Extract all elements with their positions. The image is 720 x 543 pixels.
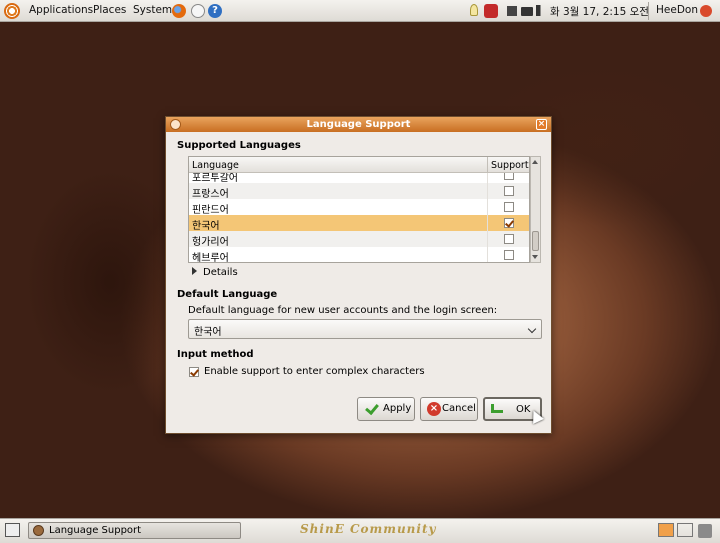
support-checkbox[interactable] bbox=[504, 202, 514, 212]
table-scrollbar[interactable] bbox=[530, 156, 541, 263]
complex-characters-label: Enable support to enter complex characte… bbox=[204, 366, 425, 377]
support-checkbox-checked[interactable] bbox=[504, 218, 514, 228]
taskbar-window-button[interactable]: Language Support bbox=[28, 522, 241, 539]
show-desktop-icon[interactable] bbox=[5, 523, 20, 537]
bottom-panel: Language Support ShinE Community bbox=[0, 518, 720, 543]
power-icon[interactable] bbox=[700, 5, 712, 17]
column-separator bbox=[487, 157, 488, 173]
taskbar-window-label: Language Support bbox=[49, 525, 142, 536]
window-menu-icon[interactable] bbox=[170, 119, 181, 130]
top-panel: Applications Places System ? 화 3월 17, 2:… bbox=[0, 0, 720, 22]
window-icon bbox=[33, 525, 44, 536]
apply-label: Apply bbox=[383, 403, 412, 414]
scroll-thumb[interactable] bbox=[532, 231, 539, 251]
checkmark-icon bbox=[364, 402, 378, 416]
network-icon[interactable] bbox=[507, 6, 517, 16]
language-name: 헝가리어 bbox=[192, 237, 229, 248]
menu-applications[interactable]: Applications bbox=[29, 4, 93, 16]
table-row[interactable]: 헤브루어 bbox=[189, 247, 529, 263]
menu-system[interactable]: System bbox=[133, 4, 172, 16]
combo-value: 한국어 bbox=[194, 327, 222, 338]
expander-arrow-icon bbox=[192, 267, 197, 275]
cancel-button[interactable]: × Cancel bbox=[420, 397, 478, 421]
language-support-dialog: Language Support × Supported Languages L… bbox=[165, 116, 552, 434]
panel-separator bbox=[648, 2, 649, 20]
update-notifier-icon[interactable] bbox=[484, 4, 498, 18]
enter-arrow-icon bbox=[491, 404, 503, 413]
volume-icon[interactable] bbox=[536, 5, 547, 16]
keyboard-icon[interactable] bbox=[521, 7, 533, 16]
lightbulb-icon[interactable] bbox=[470, 4, 478, 16]
support-checkbox[interactable] bbox=[504, 186, 514, 196]
column-header-support[interactable]: Support bbox=[491, 160, 529, 171]
language-name: 프랑스어 bbox=[192, 189, 229, 200]
supported-languages-heading: Supported Languages bbox=[177, 140, 301, 151]
user-switcher[interactable]: HeeDon bbox=[656, 4, 698, 16]
window-titlebar[interactable]: Language Support × bbox=[166, 117, 551, 132]
column-header-language[interactable]: Language bbox=[192, 160, 239, 171]
complex-characters-checkbox[interactable] bbox=[189, 367, 199, 377]
table-row-selected[interactable]: 한국어 bbox=[189, 215, 529, 232]
table-row[interactable]: 헝가리어 bbox=[189, 231, 529, 248]
chevron-down-icon bbox=[527, 324, 537, 334]
language-name: 헤브루어 bbox=[192, 253, 229, 263]
clock[interactable]: 화 3월 17, 2:15 오전 bbox=[550, 4, 649, 19]
details-label: Details bbox=[203, 267, 238, 278]
cancel-icon: × bbox=[427, 402, 441, 416]
mail-icon[interactable] bbox=[191, 4, 205, 18]
default-language-combo[interactable]: 한국어 bbox=[188, 319, 542, 339]
table-row[interactable]: 핀란드어 bbox=[189, 199, 529, 216]
menu-places[interactable]: Places bbox=[93, 4, 126, 16]
scroll-up-icon[interactable] bbox=[532, 160, 538, 164]
default-language-heading: Default Language bbox=[177, 289, 278, 300]
help-icon[interactable]: ? bbox=[208, 4, 222, 18]
table-row[interactable]: 프랑스어 bbox=[189, 183, 529, 200]
cancel-label: Cancel bbox=[442, 403, 476, 414]
column-divider bbox=[487, 173, 488, 262]
trash-icon[interactable] bbox=[698, 524, 712, 538]
workspace-2[interactable] bbox=[677, 523, 693, 537]
scroll-down-icon[interactable] bbox=[532, 255, 538, 259]
table-header-overlay: Language Support bbox=[189, 157, 529, 173]
ubuntu-logo-icon[interactable] bbox=[4, 3, 20, 19]
language-name: 핀란드어 bbox=[192, 205, 229, 216]
workspace-1[interactable] bbox=[658, 523, 674, 537]
support-checkbox[interactable] bbox=[504, 234, 514, 244]
firefox-icon[interactable] bbox=[172, 4, 186, 18]
window-title: Language Support bbox=[306, 119, 411, 130]
details-expander[interactable]: Details bbox=[192, 267, 238, 278]
language-name: 한국어 bbox=[192, 221, 220, 232]
close-icon[interactable]: × bbox=[536, 119, 547, 130]
watermark: ShinE Community bbox=[300, 522, 437, 536]
apply-button[interactable]: Apply bbox=[357, 397, 415, 421]
language-table[interactable]: Language Support 포르투갈어 Language Support … bbox=[188, 156, 530, 263]
input-method-heading: Input method bbox=[177, 349, 254, 360]
support-checkbox[interactable] bbox=[504, 250, 514, 260]
default-language-description: Default language for new user accounts a… bbox=[188, 305, 498, 316]
